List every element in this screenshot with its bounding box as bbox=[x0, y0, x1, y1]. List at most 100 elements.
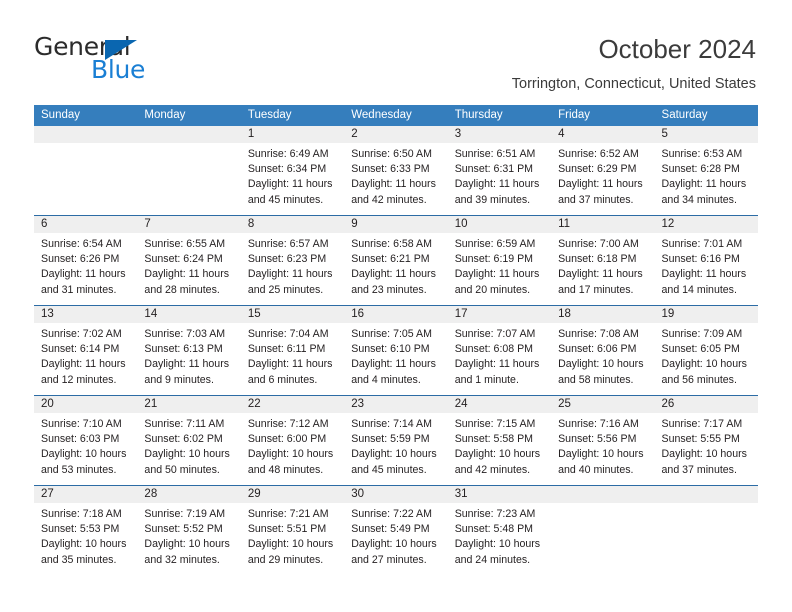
day-details bbox=[655, 503, 758, 507]
calendar-week-row: 1 Sunrise: 6:49 AM Sunset: 6:34 PM Daylight… bbox=[34, 126, 758, 215]
day-detail-line: and 12 minutes. bbox=[41, 373, 117, 386]
calendar-day-cell[interactable]: 31 Sunrise: 7:23 AM Sunset: 5:48 PM Dayligh… bbox=[447, 486, 552, 575]
weekday-header-monday: Monday bbox=[144, 109, 186, 121]
day-detail-line: and 50 minutes. bbox=[144, 463, 220, 476]
calendar-day-cell[interactable]: 11 Sunrise: 7:00 AM Sunset: 6:18 PM Dayligh… bbox=[551, 216, 655, 305]
day-details bbox=[34, 143, 137, 147]
day-details: Sunrise: 6:59 AM Sunset: 6:19 PM Daylight:… bbox=[448, 233, 551, 298]
day-detail-line: Sunset: 6:24 PM bbox=[144, 253, 223, 266]
day-details: Sunrise: 6:52 AM Sunset: 6:29 PM Daylight:… bbox=[551, 143, 654, 208]
calendar-day-cell[interactable]: 21 Sunrise: 7:11 AM Sunset: 6:02 PM Dayligh… bbox=[137, 396, 241, 485]
calendar-day-cell[interactable]: 27 Sunrise: 7:18 AM Sunset: 5:53 PM Dayligh… bbox=[34, 486, 138, 575]
day-detail-line: Sunrise: 7:00 AM bbox=[558, 238, 639, 250]
day-detail-line: and 56 minutes. bbox=[661, 373, 737, 386]
day-detail-line: Sunset: 5:52 PM bbox=[144, 523, 223, 536]
calendar-day-cell[interactable]: 22 Sunrise: 7:12 AM Sunset: 6:00 PM Dayligh… bbox=[240, 396, 345, 485]
day-number: 3 bbox=[447, 126, 552, 143]
day-detail-line: and 14 minutes. bbox=[661, 283, 737, 296]
calendar-day-cell[interactable]: 6 Sunrise: 6:54 AM Sunset: 6:26 PM Daylight… bbox=[34, 216, 138, 305]
day-number: 14 bbox=[137, 306, 241, 323]
day-number bbox=[34, 126, 138, 143]
day-detail-line: Sunrise: 7:22 AM bbox=[351, 508, 432, 520]
day-number bbox=[137, 126, 241, 143]
day-number: 10 bbox=[447, 216, 552, 233]
day-detail-line: Daylight: 11 hours bbox=[247, 268, 333, 281]
day-detail-line: Daylight: 11 hours bbox=[558, 178, 643, 191]
calendar-day-cell-empty bbox=[654, 486, 758, 575]
day-detail-line: Daylight: 11 hours bbox=[144, 358, 230, 371]
day-details: Sunrise: 6:57 AM Sunset: 6:23 PM Daylight:… bbox=[241, 233, 344, 298]
day-number: 12 bbox=[654, 216, 758, 233]
day-detail-line: Sunrise: 7:03 AM bbox=[144, 328, 226, 340]
day-detail-line: Daylight: 10 hours bbox=[144, 538, 230, 551]
day-detail-line: Daylight: 10 hours bbox=[661, 448, 747, 461]
day-detail-line: Sunrise: 7:23 AM bbox=[454, 508, 536, 520]
calendar-day-cell[interactable]: 30 Sunrise: 7:22 AM Sunset: 5:49 PM Dayligh… bbox=[344, 486, 448, 575]
weekday-header-friday: Friday bbox=[558, 109, 591, 121]
day-detail-line: Sunrise: 7:19 AM bbox=[144, 508, 226, 520]
day-detail-line: Sunrise: 7:02 AM bbox=[41, 328, 122, 340]
day-details: Sunrise: 7:15 AM Sunset: 5:58 PM Daylight:… bbox=[448, 413, 551, 478]
calendar-day-cell[interactable]: 1 Sunrise: 6:49 AM Sunset: 6:34 PM Daylight… bbox=[240, 126, 345, 215]
calendar-week-row: 13 Sunrise: 7:02 AM Sunset: 6:14 PM Dayligh… bbox=[34, 305, 758, 395]
calendar-day-cell[interactable]: 13 Sunrise: 7:02 AM Sunset: 6:14 PM Dayligh… bbox=[34, 306, 138, 395]
day-number: 19 bbox=[654, 306, 758, 323]
day-number: 25 bbox=[551, 396, 655, 413]
calendar-day-cell[interactable]: 7 Sunrise: 6:55 AM Sunset: 6:24 PM Daylight… bbox=[137, 216, 241, 305]
page-header: General Blue October 2024 Torrington, Co… bbox=[0, 0, 792, 100]
calendar-day-cell[interactable]: 5 Sunrise: 6:53 AM Sunset: 6:28 PM Daylight… bbox=[654, 126, 758, 215]
calendar-day-cell[interactable]: 3 Sunrise: 6:51 AM Sunset: 6:31 PM Daylight… bbox=[447, 126, 552, 215]
day-detail-line: Sunset: 6:00 PM bbox=[247, 433, 327, 446]
day-detail-line: Sunset: 6:11 PM bbox=[247, 343, 326, 356]
day-detail-line: Sunrise: 7:08 AM bbox=[558, 328, 639, 340]
day-details: Sunrise: 7:02 AM Sunset: 6:14 PM Daylight:… bbox=[34, 323, 137, 388]
calendar-day-cell-empty bbox=[551, 486, 655, 575]
general-blue-logo[interactable]: General Blue bbox=[34, 34, 214, 90]
calendar-day-cell[interactable]: 14 Sunrise: 7:03 AM Sunset: 6:13 PM Dayligh… bbox=[137, 306, 241, 395]
day-number: 26 bbox=[654, 396, 758, 413]
calendar-day-cell[interactable]: 20 Sunrise: 7:10 AM Sunset: 6:03 PM Dayligh… bbox=[34, 396, 138, 485]
calendar-day-cell[interactable]: 23 Sunrise: 7:14 AM Sunset: 5:59 PM Dayligh… bbox=[344, 396, 448, 485]
day-detail-line: and 25 minutes. bbox=[247, 283, 324, 296]
calendar-day-cell[interactable]: 25 Sunrise: 7:16 AM Sunset: 5:56 PM Dayligh… bbox=[551, 396, 655, 485]
calendar-day-cell[interactable]: 8 Sunrise: 6:57 AM Sunset: 6:23 PM Daylight… bbox=[240, 216, 345, 305]
calendar-day-cell[interactable]: 12 Sunrise: 7:01 AM Sunset: 6:16 PM Dayligh… bbox=[654, 216, 758, 305]
day-number: 27 bbox=[34, 486, 138, 503]
day-detail-line: Daylight: 10 hours bbox=[558, 448, 644, 461]
calendar-day-cell[interactable]: 18 Sunrise: 7:08 AM Sunset: 6:06 PM Dayligh… bbox=[551, 306, 655, 395]
day-number bbox=[654, 486, 758, 503]
calendar-day-cell[interactable]: 28 Sunrise: 7:19 AM Sunset: 5:52 PM Dayligh… bbox=[137, 486, 241, 575]
day-detail-line: Sunset: 6:05 PM bbox=[661, 343, 740, 356]
calendar-day-cell[interactable]: 17 Sunrise: 7:07 AM Sunset: 6:08 PM Dayligh… bbox=[447, 306, 552, 395]
day-detail-line: Sunset: 6:21 PM bbox=[351, 253, 430, 266]
calendar-day-cell[interactable]: 10 Sunrise: 6:59 AM Sunset: 6:19 PM Dayligh… bbox=[447, 216, 552, 305]
day-details: Sunrise: 7:01 AM Sunset: 6:16 PM Daylight:… bbox=[655, 233, 758, 298]
calendar-day-cell[interactable]: 16 Sunrise: 7:05 AM Sunset: 6:10 PM Dayligh… bbox=[344, 306, 448, 395]
calendar-day-cell[interactable]: 2 Sunrise: 6:50 AM Sunset: 6:33 PM Daylight… bbox=[344, 126, 448, 215]
calendar-day-cell[interactable]: 24 Sunrise: 7:15 AM Sunset: 5:58 PM Dayligh… bbox=[447, 396, 552, 485]
calendar-day-cell[interactable]: 29 Sunrise: 7:21 AM Sunset: 5:51 PM Dayligh… bbox=[240, 486, 345, 575]
day-detail-line: Daylight: 11 hours bbox=[558, 268, 643, 281]
page-subtitle: Torrington, Connecticut, United States bbox=[511, 76, 756, 92]
day-detail-line: Sunrise: 7:12 AM bbox=[247, 418, 329, 430]
day-detail-line: Sunrise: 7:15 AM bbox=[454, 418, 536, 430]
day-detail-line: and 27 minutes. bbox=[351, 553, 427, 566]
calendar-day-cell[interactable]: 15 Sunrise: 7:04 AM Sunset: 6:11 PM Dayligh… bbox=[240, 306, 345, 395]
calendar-day-cell[interactable]: 4 Sunrise: 6:52 AM Sunset: 6:29 PM Daylight… bbox=[551, 126, 655, 215]
calendar-day-cell[interactable]: 9 Sunrise: 6:58 AM Sunset: 6:21 PM Daylight… bbox=[344, 216, 448, 305]
day-detail-line: Sunset: 6:28 PM bbox=[661, 163, 740, 176]
calendar-day-cell[interactable]: 19 Sunrise: 7:09 AM Sunset: 6:05 PM Dayligh… bbox=[654, 306, 758, 395]
day-detail-line: Daylight: 10 hours bbox=[661, 358, 747, 371]
weekday-header-thursday: Thursday bbox=[454, 109, 503, 121]
weekday-header-saturday: Saturday bbox=[661, 109, 708, 121]
day-detail-line: Sunset: 5:56 PM bbox=[558, 433, 637, 446]
calendar-day-cell[interactable]: 26 Sunrise: 7:17 AM Sunset: 5:55 PM Dayligh… bbox=[654, 396, 758, 485]
calendar-day-cell-empty bbox=[34, 126, 138, 215]
day-details: Sunrise: 7:10 AM Sunset: 6:03 PM Daylight:… bbox=[34, 413, 137, 478]
day-detail-line: Sunrise: 7:17 AM bbox=[661, 418, 743, 430]
day-details bbox=[551, 503, 654, 507]
day-detail-line: Sunrise: 6:57 AM bbox=[247, 238, 329, 250]
day-detail-line: Sunset: 6:10 PM bbox=[351, 343, 430, 356]
day-details: Sunrise: 7:14 AM Sunset: 5:59 PM Daylight:… bbox=[344, 413, 447, 478]
calendar-weeks: 1 Sunrise: 6:49 AM Sunset: 6:34 PM Daylight… bbox=[34, 126, 758, 575]
